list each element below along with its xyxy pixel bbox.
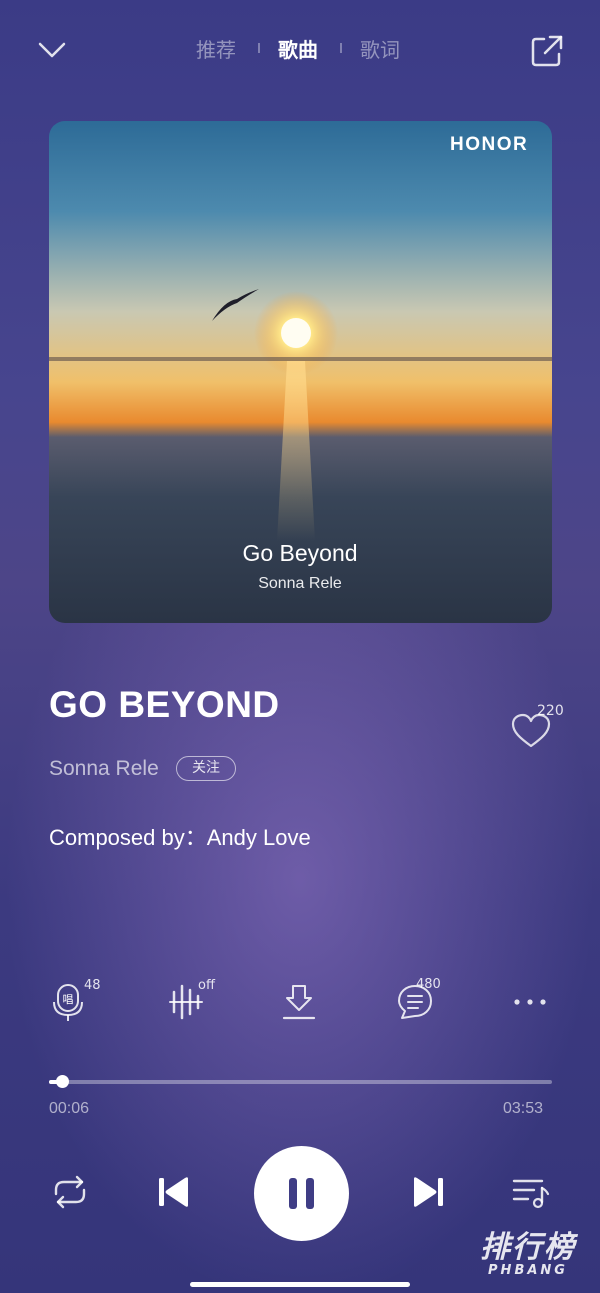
- share-icon[interactable]: [530, 34, 564, 68]
- brand-logo: HONOR: [450, 134, 529, 155]
- cover-artist: Sonna Rele: [258, 575, 342, 592]
- progress-thumb[interactable]: [55, 1075, 69, 1088]
- home-indicator: [190, 1282, 410, 1287]
- download-button[interactable]: [280, 982, 320, 1022]
- sound-effect-status: off: [198, 978, 215, 993]
- repeat-icon[interactable]: [48, 1170, 92, 1214]
- follow-button[interactable]: 关注: [176, 756, 236, 781]
- tab-song[interactable]: 歌曲: [278, 34, 318, 63]
- song-title: GO BEYOND: [49, 684, 280, 725]
- comments-count: 480: [416, 977, 441, 992]
- progress-track[interactable]: [49, 1080, 552, 1084]
- previous-track-icon[interactable]: [152, 1170, 196, 1214]
- watermark-logo: 排行榜 PHBANG: [480, 1230, 576, 1278]
- tab-divider: [258, 43, 260, 53]
- more-button[interactable]: [510, 982, 550, 1022]
- tab-divider: [340, 43, 342, 53]
- like-count: 220: [537, 703, 564, 719]
- composer-credit: Composed by：Andy Love: [49, 825, 311, 850]
- next-track-icon[interactable]: [406, 1170, 450, 1214]
- pause-icon: [289, 1178, 314, 1209]
- sing-count: 48: [84, 978, 101, 993]
- tab-recommend[interactable]: 推荐: [196, 34, 236, 63]
- svg-text:唱: 唱: [63, 993, 74, 1006]
- more-icon: [514, 999, 546, 1005]
- current-time: 00:06: [49, 1100, 90, 1117]
- cover-title: Go Beyond: [242, 540, 358, 566]
- tab-bar: 推荐 歌曲 歌词: [0, 34, 600, 70]
- download-icon: [282, 985, 316, 1020]
- artist-name[interactable]: Sonna Rele: [49, 757, 159, 781]
- total-time: 03:53: [503, 1100, 544, 1117]
- tab-lyrics[interactable]: 歌词: [360, 34, 400, 63]
- playlist-icon[interactable]: [510, 1170, 554, 1214]
- pause-button[interactable]: [254, 1146, 349, 1241]
